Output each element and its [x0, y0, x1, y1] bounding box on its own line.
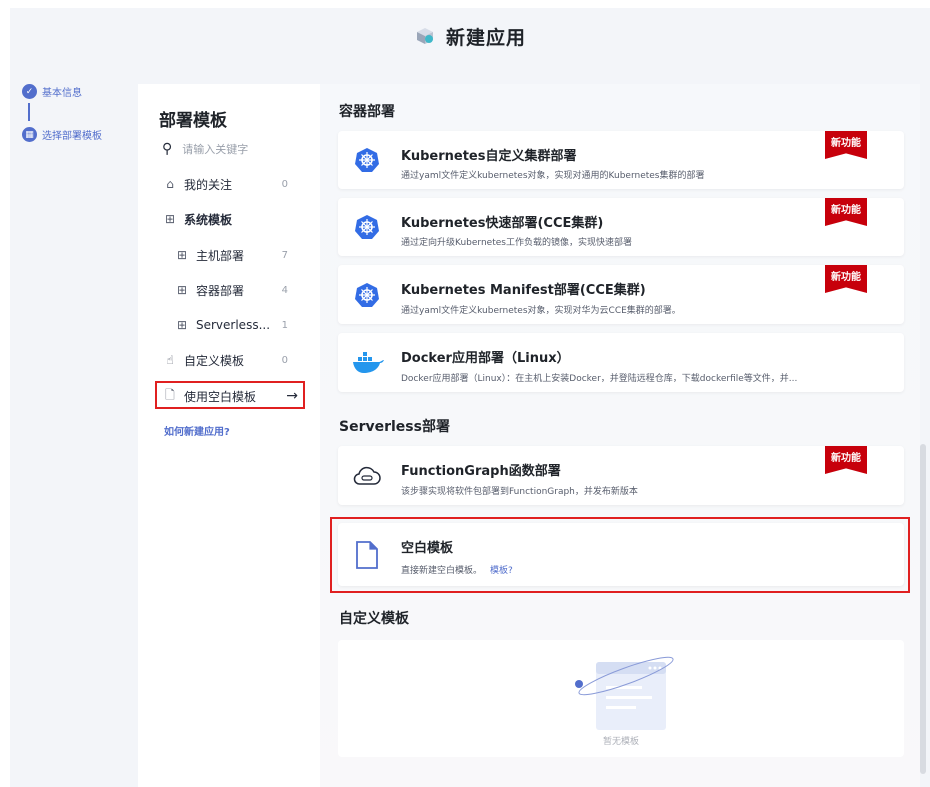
grid-icon: ⊞: [176, 248, 188, 262]
page-header: 新建应用: [10, 8, 930, 64]
home-icon: ⌂: [166, 177, 174, 191]
count-badge: 1: [281, 319, 288, 331]
card-desc: 通过定向升级Kubernetes工作负载的镜像，实现快速部署: [401, 238, 632, 248]
template-card-k8s-fast[interactable]: Kubernetes快速部署(CCE集群) 通过定向升级Kubernetes工作…: [338, 198, 904, 256]
sidebar-item-label: 系统模板: [184, 212, 233, 227]
sidebar-item-host-deploy[interactable]: ⊞ 主机部署 7: [174, 244, 302, 266]
card-desc: 通过yaml文件定义kubernetes对象，实现对华为云CCE集群的部署。: [401, 306, 681, 316]
sidebar-item-label: Serverless...: [196, 318, 271, 332]
grid-icon: ⊞: [176, 283, 188, 297]
sidebar-item-favorites[interactable]: ⌂ 我的关注 0: [162, 173, 302, 195]
highlight-box-blank-template: [155, 381, 305, 409]
new-feature-badge: 新功能: [825, 131, 867, 159]
sidebar-item-system-templates[interactable]: ⊞ 系统模板: [162, 208, 302, 230]
empty-illustration-icon: [575, 656, 674, 730]
kubernetes-icon: [352, 212, 382, 242]
help-link[interactable]: 如何新建应用?: [164, 423, 230, 438]
template-card-k8s-manifest[interactable]: Kubernetes Manifest部署(CCE集群) 通过yaml文件定义k…: [338, 265, 904, 324]
section-title-serverless: Serverless部署: [339, 419, 450, 435]
empty-text: 暂无模板: [602, 737, 639, 747]
grid-icon: ⊞: [164, 212, 176, 226]
search-icon: ⚲: [162, 141, 173, 157]
card-title: Kubernetes自定义集群部署: [401, 149, 577, 164]
template-card-k8s-custom[interactable]: Kubernetes自定义集群部署 通过yaml文件定义kubernetes对象…: [338, 131, 904, 189]
template-card-docker[interactable]: Docker应用部署（Linux） Docker应用部署（Linux）：在主机上…: [338, 333, 904, 392]
sidebar-item-label: 容器部署: [196, 283, 245, 298]
hand-icon: ☝: [166, 353, 174, 367]
new-feature-badge: 新功能: [825, 446, 867, 474]
section-title-container: 容器部署: [339, 104, 395, 120]
count-badge: 4: [281, 284, 288, 296]
docker-icon: [352, 348, 386, 378]
card-desc: 通过yaml文件定义kubernetes对象，实现对通用的Kubernetes集…: [401, 171, 705, 181]
search-placeholder: 请输入关键字: [182, 143, 249, 156]
card-title: FunctionGraph函数部署: [401, 464, 561, 479]
template-list: 容器部署 Kubernetes自定义集群部署 通过yaml文件定义kuberne…: [320, 84, 920, 787]
sidebar-item-label: 主机部署: [196, 248, 245, 263]
card-title: Kubernetes快速部署(CCE集群): [401, 216, 604, 231]
sidebar-item-label: 自定义模板: [184, 353, 245, 368]
sidebar-item-label: 我的关注: [184, 177, 233, 192]
grid-icon: ⊞: [176, 318, 188, 332]
search-input[interactable]: ⚲ 请输入关键字: [162, 138, 248, 160]
new-feature-badge: 新功能: [825, 198, 867, 226]
steps-indicator: ✓ 基本信息 ▦ 选择部署模板: [22, 84, 132, 142]
step-connector: [28, 103, 30, 121]
kubernetes-icon: [352, 280, 382, 310]
count-badge: 0: [281, 178, 288, 190]
sidebar-item-serverless[interactable]: ⊞ Serverless... 1: [174, 314, 302, 336]
card-title: Docker应用部署（Linux）: [401, 351, 570, 366]
step-select-template[interactable]: ▦ 选择部署模板: [22, 127, 132, 142]
card-desc: 该步骤实现将软件包部署到FunctionGraph，并发布新版本: [401, 487, 638, 497]
card-title: Kubernetes Manifest部署(CCE集群): [401, 283, 646, 298]
kubernetes-icon: [352, 145, 382, 175]
scrollbar[interactable]: [920, 444, 926, 774]
template-card-functiongraph[interactable]: FunctionGraph函数部署 该步骤实现将软件包部署到FunctionGr…: [338, 446, 904, 505]
count-badge: 0: [281, 354, 288, 366]
step-basic-info[interactable]: ✓ 基本信息: [22, 84, 132, 99]
template-sidebar: 部署模板 ⚲ 请输入关键字 ⌂ 我的关注 0 ⊞ 系统模板 ⊞ 主机部署 7 ⊞…: [138, 84, 320, 787]
sidebar-item-custom-templates[interactable]: ☝ 自定义模板 0: [162, 349, 302, 371]
check-icon: ✓: [22, 84, 37, 99]
app-cube-icon: [414, 26, 436, 46]
page-title: 新建应用: [445, 26, 526, 49]
template-step-icon: ▦: [22, 127, 37, 142]
highlight-box-blank-card: [330, 517, 910, 593]
sidebar-item-container-deploy[interactable]: ⊞ 容器部署 4: [174, 279, 302, 301]
sidebar-title: 部署模板: [159, 111, 227, 131]
step-label: 基本信息: [42, 88, 82, 99]
count-badge: 7: [281, 249, 288, 261]
section-title-custom: 自定义模板: [339, 611, 409, 627]
new-feature-badge: 新功能: [825, 265, 867, 293]
card-desc: Docker应用部署（Linux）：在主机上安装Docker，并登陆远程仓库，下…: [401, 374, 798, 384]
empty-state: 暂无模板: [338, 640, 904, 757]
cloud-function-icon: [352, 461, 382, 491]
step-label: 选择部署模板: [42, 131, 102, 142]
